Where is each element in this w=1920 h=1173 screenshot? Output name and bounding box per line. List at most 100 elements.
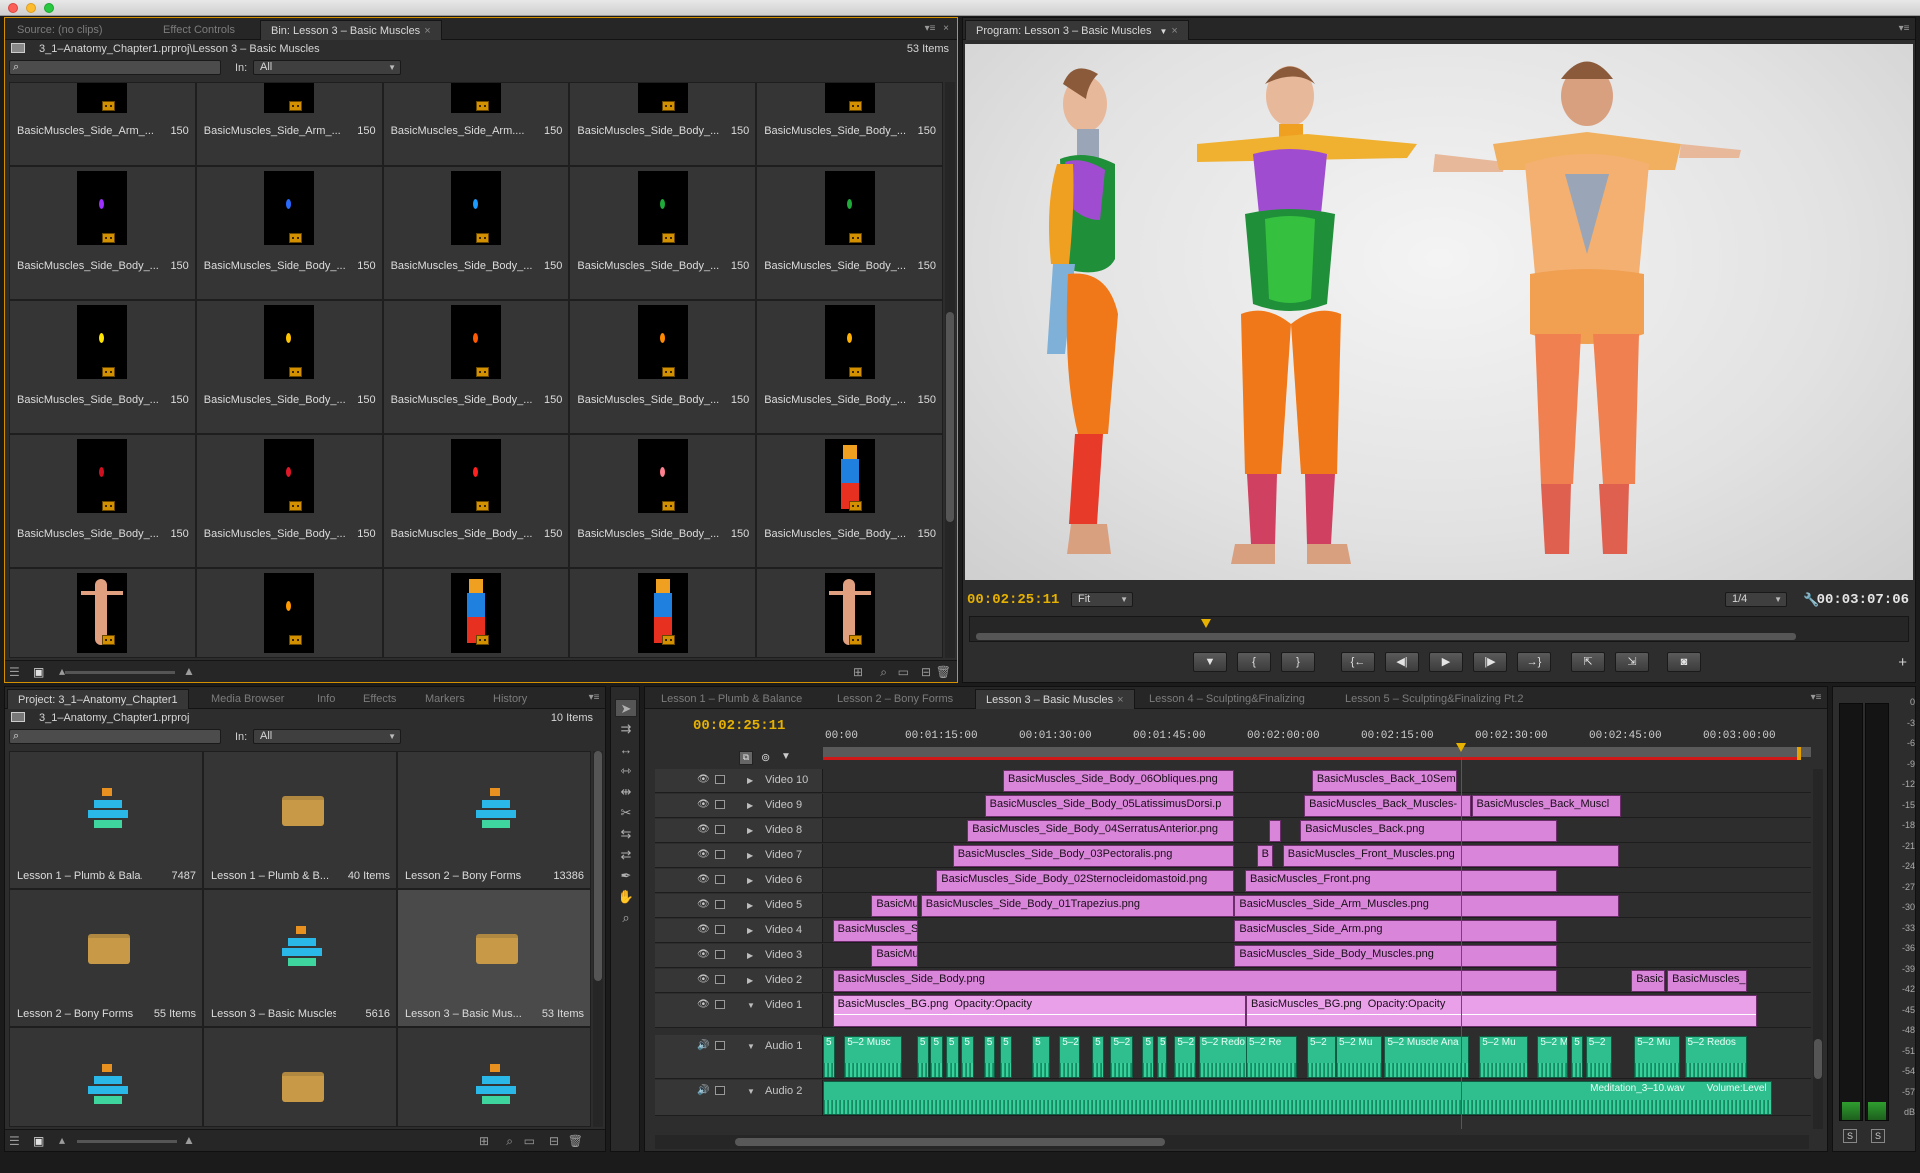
tab-source[interactable]: Source: (no clips) bbox=[7, 20, 113, 40]
eye-icon[interactable]: 👁 bbox=[697, 899, 710, 910]
video-clip[interactable]: BasicI bbox=[1631, 970, 1666, 992]
project-item[interactable] bbox=[203, 1027, 397, 1127]
project-item[interactable] bbox=[397, 1027, 591, 1127]
resolution-select[interactable]: 1/4 ▼ bbox=[1725, 592, 1787, 607]
bin-clip-thumbnail[interactable]: BasicMuscles_Side_Body_... 150 bbox=[195, 300, 383, 434]
project-item[interactable] bbox=[9, 1027, 203, 1127]
eye-icon[interactable]: 👁 bbox=[697, 774, 710, 785]
lock-icon[interactable] bbox=[715, 1041, 725, 1050]
close-icon[interactable]: × bbox=[1117, 694, 1123, 706]
expand-track-icon[interactable]: ▶ bbox=[747, 776, 753, 785]
track-select-tool-icon[interactable]: ⇉ bbox=[615, 720, 637, 738]
bin-clip-thumbnail[interactable] bbox=[382, 568, 570, 658]
video-clip[interactable]: BasicMuscles_Front_Muscles.png bbox=[1282, 845, 1619, 867]
eye-icon[interactable]: 👁 bbox=[697, 799, 710, 810]
video-clip[interactable]: BasicMuscles_I bbox=[1667, 970, 1748, 992]
lock-icon[interactable] bbox=[715, 775, 725, 784]
project-in-select[interactable]: All ▼ bbox=[253, 729, 401, 744]
solo-left-button[interactable]: S bbox=[1843, 1129, 1857, 1143]
list-view-icon[interactable]: ☰ bbox=[9, 665, 20, 679]
bin-search-input[interactable]: ⌕ bbox=[9, 60, 221, 75]
audio-clip[interactable]: 5 bbox=[1032, 1036, 1050, 1078]
tab-lesson-1[interactable]: Lesson 1 – Plumb & Balance bbox=[651, 689, 812, 709]
expand-track-icon[interactable]: ▼ bbox=[747, 1001, 755, 1010]
chevron-down-icon[interactable]: ▼ bbox=[1159, 27, 1167, 36]
timeline-ruler[interactable]: 00:00 00:01:15:00 00:01:30:00 00:01:45:00 0… bbox=[823, 727, 1811, 761]
project-scrollbar[interactable] bbox=[593, 751, 603, 1127]
lock-icon[interactable] bbox=[715, 850, 725, 859]
expand-track-icon[interactable]: ▶ bbox=[747, 851, 753, 860]
rate-stretch-tool-icon[interactable]: ⇹ bbox=[615, 783, 637, 801]
zoom-out-icon[interactable]: ▴ bbox=[59, 1133, 65, 1147]
bin-clip-thumbnail[interactable]: BasicMuscles_Side_Body_... 150 bbox=[569, 434, 757, 568]
audio-clip[interactable]: 5–2 bbox=[1307, 1036, 1337, 1078]
find-icon[interactable]: ⌕ bbox=[506, 1134, 513, 1148]
bin-clip-thumbnail[interactable]: BasicMuscles_Side_Arm_... 150 bbox=[195, 82, 383, 166]
project-search-input[interactable]: ⌕ bbox=[9, 729, 221, 744]
bin-clip-thumbnail[interactable]: BasicMuscles_Side_Body_... 150 bbox=[382, 300, 570, 434]
program-scrubber[interactable] bbox=[969, 616, 1909, 642]
add-marker-icon[interactable]: ▼ bbox=[781, 751, 791, 762]
transport-button[interactable]: |▶ bbox=[1473, 652, 1507, 672]
audio-clip[interactable]: 5–2 Muscle Ana bbox=[1384, 1036, 1469, 1078]
eye-icon[interactable]: 👁 bbox=[697, 824, 710, 835]
video-clip[interactable]: BasicMuscles_Side_Body_03Pectoralis.png bbox=[952, 845, 1235, 867]
bin-clip-thumbnail[interactable]: BasicMuscles_Side_Body_... 150 bbox=[756, 300, 943, 434]
tab-effects[interactable]: Effects bbox=[353, 689, 406, 709]
zoom-out-icon[interactable]: ▴ bbox=[59, 664, 65, 678]
audio-clip[interactable]: 5 bbox=[916, 1036, 929, 1078]
bin-clip-thumbnail[interactable]: BasicMuscles_Side_Body_... 150 bbox=[9, 434, 196, 568]
snap-icon[interactable]: ⧉ bbox=[739, 751, 753, 765]
video-clip[interactable]: BasicMuscles_Side_Body_05LatissimusDorsi… bbox=[984, 795, 1235, 817]
transport-button[interactable]: ▶ bbox=[1429, 652, 1463, 672]
bin-clip-thumbnail[interactable]: BasicMuscles_Side_Body_... 150 bbox=[195, 166, 383, 300]
expand-track-icon[interactable]: ▶ bbox=[747, 876, 753, 885]
tab-lesson-4[interactable]: Lesson 4 – Sculpting&Finalizing bbox=[1139, 689, 1315, 709]
bin-clip-thumbnail[interactable]: BasicMuscles_Side_Body_... 150 bbox=[756, 166, 943, 300]
expand-track-icon[interactable]: ▶ bbox=[747, 826, 753, 835]
video-clip[interactable]: BasicMuscles_Back.png bbox=[1300, 820, 1557, 842]
video-clip[interactable]: BasicMuscles_Side_Arm_Muscles.png bbox=[1234, 895, 1619, 917]
eye-icon[interactable]: 👁 bbox=[697, 849, 710, 860]
trash-icon[interactable]: 🗑 bbox=[568, 1134, 583, 1148]
expand-track-icon[interactable]: ▼ bbox=[747, 1042, 755, 1051]
eye-icon[interactable]: 👁 bbox=[697, 874, 710, 885]
video-clip[interactable]: BasicMuscles_Back_10Semite bbox=[1311, 770, 1458, 792]
timeline-playhead[interactable] bbox=[1460, 743, 1462, 1129]
bin-clip-thumbnail[interactable]: BasicMuscles_Side_Body_... 150 bbox=[382, 166, 570, 300]
timeline-scrollbar-thumb[interactable] bbox=[735, 1138, 1165, 1146]
expand-track-icon[interactable]: ▶ bbox=[747, 951, 753, 960]
new-bin-icon[interactable]: ▭ bbox=[524, 1134, 535, 1148]
transport-button[interactable]: ◀| bbox=[1385, 652, 1419, 672]
expand-track-icon[interactable]: ▶ bbox=[747, 801, 753, 810]
speaker-icon[interactable]: 🔊 bbox=[697, 1040, 709, 1051]
transport-button[interactable]: ⇲ bbox=[1615, 652, 1649, 672]
hand-tool-icon[interactable]: ✋ bbox=[615, 888, 637, 906]
zoom-in-icon[interactable]: ▲ bbox=[183, 1133, 195, 1147]
close-panel-icon[interactable]: × bbox=[937, 21, 955, 37]
tab-markers[interactable]: Markers bbox=[415, 689, 475, 709]
video-clip[interactable]: BasicMuscles_Side_Body.png bbox=[832, 970, 1557, 992]
automate-to-sequence-icon[interactable]: ⊞ bbox=[479, 1134, 489, 1148]
bin-clip-thumbnail[interactable]: BasicMuscles_Side_Body_... 150 bbox=[756, 82, 943, 166]
program-zoom-bar[interactable] bbox=[976, 633, 1796, 640]
bin-clip-thumbnail[interactable]: BasicMuscles_Side_Body_... 150 bbox=[569, 82, 757, 166]
pen-tool-icon[interactable]: ✒ bbox=[615, 867, 637, 885]
video-clip[interactable]: BasicMuscles_Side_Body_02Sternocleidomas… bbox=[936, 870, 1235, 892]
transport-button[interactable]: ⇱ bbox=[1571, 652, 1605, 672]
transport-button[interactable]: ◙ bbox=[1667, 652, 1701, 672]
video-clip[interactable]: BasicMuscles_Side_Body_Muscles.png bbox=[1234, 945, 1557, 967]
tab-bin[interactable]: Bin: Lesson 3 – Basic Muscles × bbox=[260, 20, 442, 40]
audio-clip[interactable]: 5 bbox=[945, 1036, 959, 1078]
close-icon[interactable]: × bbox=[424, 25, 430, 37]
audio-clip[interactable]: 5–2 Mu bbox=[1479, 1036, 1528, 1078]
audio-clip[interactable]: 5–2 Mu bbox=[1336, 1036, 1382, 1078]
close-window-button[interactable] bbox=[8, 3, 18, 13]
automate-to-sequence-icon[interactable]: ⊞ bbox=[853, 665, 863, 679]
audio-clip[interactable]: 5–2 M bbox=[1537, 1036, 1569, 1078]
volume-keyframe-label[interactable]: Volume:Level bbox=[1707, 1083, 1767, 1095]
bin-clip-thumbnail[interactable]: BasicMuscles_Side_Arm_... 150 bbox=[9, 82, 196, 166]
video-clip[interactable]: BasicMu bbox=[871, 895, 918, 917]
video-clip[interactable]: BasicMuscles_Side_Arm.png bbox=[1234, 920, 1557, 942]
audio-clip[interactable]: 5–2 bbox=[1059, 1036, 1081, 1078]
